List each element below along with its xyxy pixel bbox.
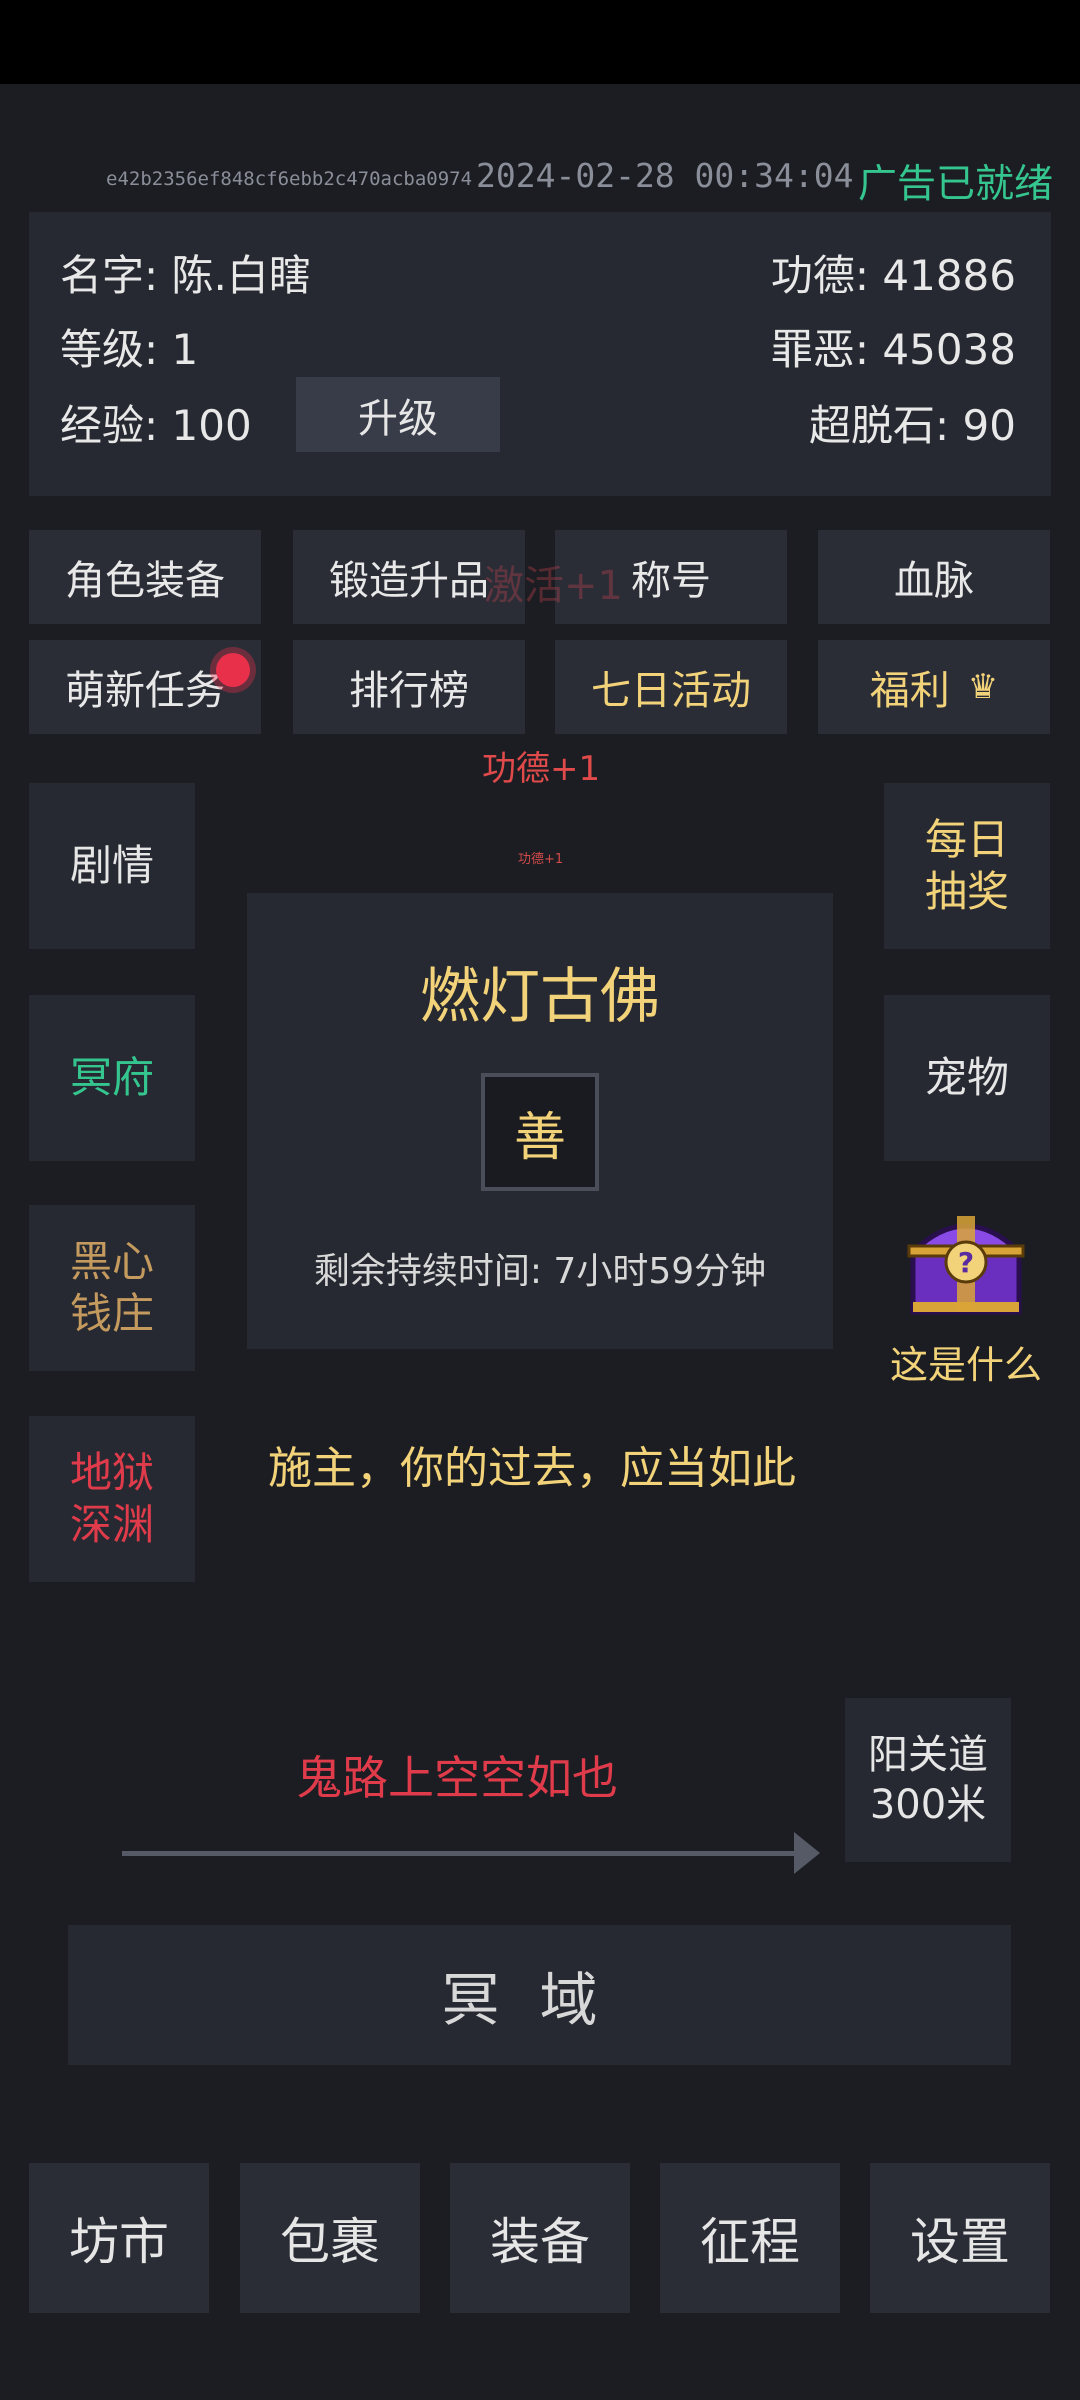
dialogue-quote: 施主，你的过去，应当如此 xyxy=(268,1443,796,1494)
menu-character-equip[interactable]: 角色装备 xyxy=(29,530,261,624)
buddha-name: 燃灯古佛 xyxy=(420,962,660,1032)
road-line xyxy=(122,1851,810,1856)
ghost-text: 激活+1 xyxy=(484,563,623,609)
abyss-line1: 地狱 xyxy=(69,1447,154,1497)
bank-line1: 黑心 xyxy=(69,1236,154,1286)
daily-lottery-button[interactable]: 每日 抽奖 xyxy=(884,783,1050,949)
realm-button[interactable]: 冥域 xyxy=(68,1925,1011,2065)
dest-line1: 阳关道 xyxy=(868,1732,988,1778)
nav-equipment[interactable]: 装备 xyxy=(450,2163,630,2313)
svg-text:?: ? xyxy=(958,1246,974,1279)
nav-settings[interactable]: 设置 xyxy=(870,2163,1050,2313)
hell-abyss-button[interactable]: 地狱 深渊 xyxy=(29,1416,195,1582)
what-is-this-label[interactable]: 这是什么 xyxy=(880,1334,1052,1389)
story-button[interactable]: 剧情 xyxy=(29,783,195,949)
nav-journey[interactable]: 征程 xyxy=(660,2163,840,2313)
merit-float-small: 功德+1 xyxy=(518,852,564,867)
remaining-time: 剩余持续时间: 7小时59分钟 xyxy=(313,1251,767,1292)
black-bank-button[interactable]: 黑心 钱庄 xyxy=(29,1205,195,1371)
red-dot-icon xyxy=(216,653,250,687)
lottery-line2: 抽奖 xyxy=(924,867,1009,916)
nav-market[interactable]: 坊市 xyxy=(29,2163,209,2313)
status-bar xyxy=(0,0,1080,84)
merit-float: 功德+1 xyxy=(482,749,601,789)
yangguan-destination[interactable]: 阳关道 300米 xyxy=(845,1698,1011,1862)
level-label: 等级: 1 xyxy=(60,325,199,374)
underworld-button[interactable]: 冥府 xyxy=(29,995,195,1161)
exp-label: 经验: 100 xyxy=(60,401,252,450)
road-status: 鬼路上空空如也 xyxy=(296,1751,618,1805)
merit-label: 功德: 41886 xyxy=(770,251,1016,300)
arrow-right-icon xyxy=(794,1832,820,1874)
pet-button[interactable]: 宠物 xyxy=(884,995,1050,1161)
name-label: 名字: 陈.白瞎 xyxy=(60,251,311,300)
ad-status[interactable]: 广告已就绪 xyxy=(858,153,1053,209)
good-badge[interactable]: 善 xyxy=(481,1073,599,1191)
session-id: e42b2356ef848cf6ebb2c470acba0974 xyxy=(106,168,473,190)
upgrade-button[interactable]: 升级 xyxy=(296,377,500,452)
datetime: 2024-02-28 00:34:04 xyxy=(476,156,854,195)
nav-bag[interactable]: 包裹 xyxy=(240,2163,420,2313)
bank-line2: 钱庄 xyxy=(69,1289,154,1338)
dest-line2: 300米 xyxy=(869,1782,987,1828)
sin-label: 罪恶: 45038 xyxy=(770,325,1016,374)
menu-bloodline[interactable]: 血脉 xyxy=(818,530,1050,624)
abyss-line2: 深渊 xyxy=(69,1500,154,1549)
treasure-chest-icon[interactable]: ? xyxy=(905,1206,1027,1318)
stone-label: 超脱石: 90 xyxy=(809,401,1016,450)
lottery-line1: 每日 xyxy=(924,814,1009,864)
menu-welfare[interactable]: 福利 ♛ xyxy=(818,640,1050,734)
crown-icon: ♛ xyxy=(967,667,999,707)
welfare-label: 福利 xyxy=(869,668,950,714)
menu-seven-day[interactable]: 七日活动 xyxy=(555,640,787,734)
menu-leaderboard[interactable]: 排行榜 xyxy=(293,640,525,734)
